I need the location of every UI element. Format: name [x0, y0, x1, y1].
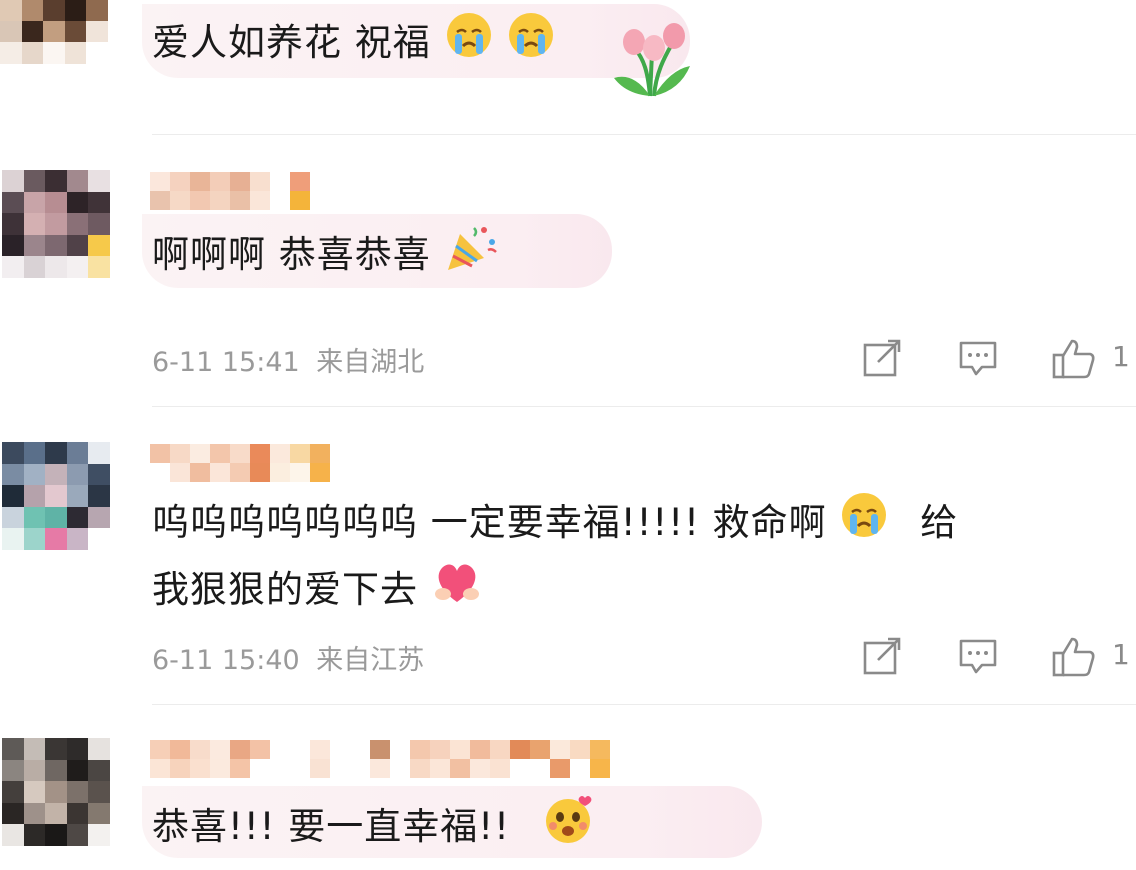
comment-text: 啊啊啊 恭喜恭喜	[152, 220, 498, 293]
comment-icon[interactable]	[958, 636, 998, 680]
comment-time: 6-11 15:41	[152, 347, 300, 378]
divider	[152, 134, 1136, 135]
avatar[interactable]	[0, 0, 108, 64]
thumbs-up-icon[interactable]	[1052, 636, 1096, 682]
comment-meta: 6-11 15:40 来自江苏	[152, 638, 424, 677]
share-icon[interactable]	[862, 338, 902, 382]
like-count: 1	[1112, 340, 1130, 373]
comment-location: 来自湖北	[316, 347, 425, 378]
comment-location: 来自江苏	[316, 645, 425, 676]
avatar[interactable]	[2, 170, 110, 278]
comment-meta: 6-11 15:41 来自湖北	[152, 340, 424, 379]
avatar[interactable]	[2, 442, 110, 550]
party-popper-emoji	[444, 220, 498, 293]
shy-smile-emoji	[541, 792, 595, 865]
share-icon[interactable]	[862, 636, 902, 680]
avatar[interactable]	[2, 738, 110, 846]
divider	[152, 704, 1136, 705]
comment-actions: 1	[862, 636, 1136, 680]
comment-actions: 1	[862, 338, 1136, 382]
comment-text-content: 我狠狠的爱下去	[152, 568, 418, 611]
username-pixelated[interactable]	[150, 172, 370, 210]
comment-text-tail: 给	[920, 501, 959, 544]
comment-item: 啊啊啊 恭喜恭喜 6-11 15:41 来自湖北 1	[0, 150, 1136, 405]
crying-emoji	[839, 490, 889, 559]
comment-icon[interactable]	[958, 338, 998, 382]
comment-item: 恭喜!!! 要一直幸福!!	[0, 720, 1136, 870]
crying-emoji	[444, 10, 494, 79]
tulip-flowers-emoji	[604, 18, 696, 102]
comment-time: 6-11 15:40	[152, 645, 300, 676]
username-pixelated[interactable]	[150, 444, 370, 482]
comment-text: 爱人如养花 祝福	[152, 10, 556, 79]
crying-emoji	[506, 10, 556, 79]
comment-item: 呜呜呜呜呜呜呜 一定要幸福!!!!! 救命啊 给 我狠狠的爱下去 6-11 15…	[0, 420, 1136, 705]
comment-text: 恭喜!!! 要一直幸福!!	[152, 792, 595, 865]
comment-text-line2: 我狠狠的爱下去	[152, 556, 483, 627]
comment-text: 呜呜呜呜呜呜呜 一定要幸福!!!!! 救命啊 给	[152, 490, 958, 559]
comment-text-content: 爱人如养花 祝福	[152, 21, 431, 64]
comment-text-content: 呜呜呜呜呜呜呜 一定要幸福!!!!! 救命啊	[152, 501, 827, 544]
comment-item: 爱人如养花 祝福	[0, 0, 1136, 135]
comment-text-content: 恭喜!!! 要一直幸福!!	[152, 805, 510, 848]
username-pixelated[interactable]	[150, 740, 670, 778]
divider	[152, 406, 1136, 407]
comment-text-content: 啊啊啊 恭喜恭喜	[152, 233, 431, 276]
heart-hands-emoji	[431, 556, 483, 627]
like-count: 1	[1112, 638, 1130, 671]
thumbs-up-icon[interactable]	[1052, 338, 1096, 384]
